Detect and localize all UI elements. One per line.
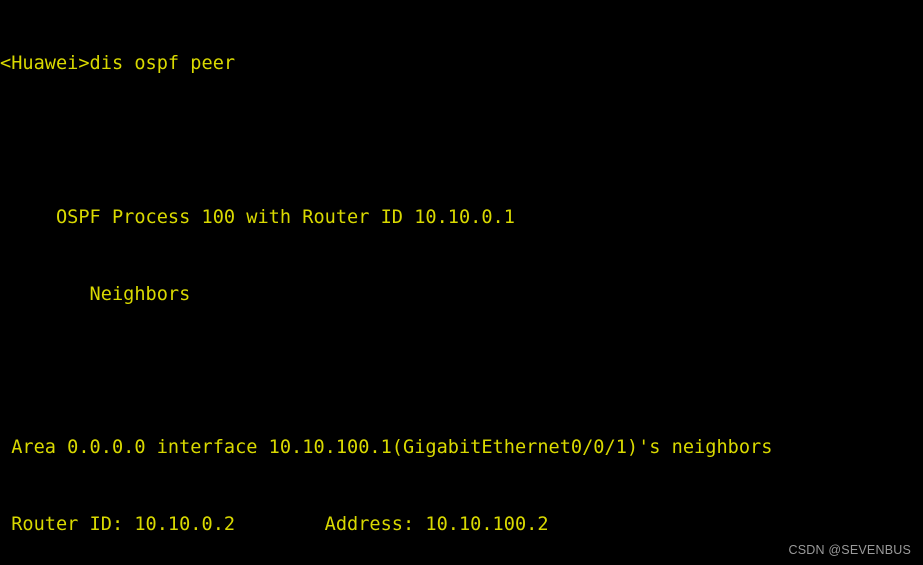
terminal-line-4 bbox=[0, 358, 923, 384]
terminal-line-3: Neighbors bbox=[0, 283, 191, 305]
terminal-line-2: OSPF Process 100 with Router ID 10.10.0.… bbox=[0, 206, 515, 228]
terminal-window[interactable]: <Huawei>dis ospf peer OSPF Process 100 w… bbox=[0, 0, 923, 565]
watermark: CSDN @SEVENBUS bbox=[788, 543, 911, 557]
terminal-line-1 bbox=[0, 128, 923, 154]
terminal-output[interactable]: <Huawei>dis ospf peer OSPF Process 100 w… bbox=[0, 0, 923, 565]
terminal-line-5: Area 0.0.0.0 interface 10.10.100.1(Gigab… bbox=[0, 437, 773, 459]
terminal-line-0: <Huawei>dis ospf peer bbox=[0, 53, 236, 75]
terminal-line-6: Router ID: 10.10.0.2 Address: 10.10.100.… bbox=[0, 513, 549, 535]
